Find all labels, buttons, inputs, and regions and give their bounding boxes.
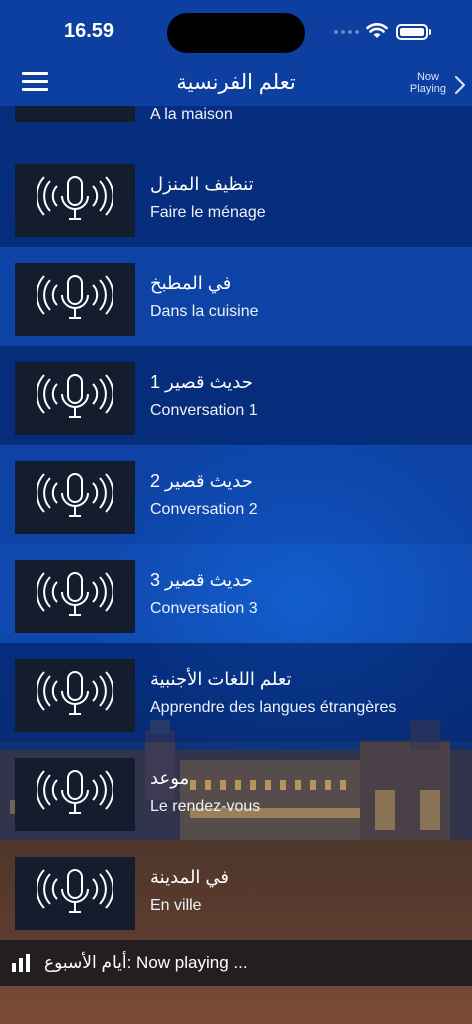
- list-item-title: في المدينة: [150, 867, 230, 887]
- lesson-thumbnail: [15, 362, 135, 435]
- list-item[interactable]: حديث قصير 1 Conversation 1: [0, 346, 472, 445]
- wifi-icon: [366, 23, 388, 38]
- list-item-subtitle: Faire le ménage: [150, 204, 266, 221]
- microphone-broadcast-icon: [37, 473, 113, 517]
- status-bar: 16.59: [0, 0, 472, 60]
- list-item-subtitle: Apprendre des langues étrangères: [150, 699, 397, 716]
- lesson-thumbnail: [15, 164, 135, 237]
- list-item[interactable]: تنظيف المنزل Faire le ménage: [0, 148, 472, 247]
- navigation-bar: تعلم الفرنسية Now Playing: [0, 60, 472, 106]
- microphone-broadcast-icon: [37, 671, 113, 715]
- now-playing-label-line1: Now: [416, 71, 439, 83]
- status-time: 16.59: [64, 20, 115, 42]
- chevron-right-icon[interactable]: [454, 75, 466, 95]
- list-item-subtitle: Conversation 2: [150, 501, 258, 518]
- microphone-broadcast-icon: [37, 106, 113, 113]
- microphone-broadcast-icon: [37, 275, 113, 319]
- lesson-thumbnail: [15, 461, 135, 534]
- list-item[interactable]: في المطبخ Dans la cuisine: [0, 247, 472, 346]
- now-playing-label-line2: Playing: [409, 83, 446, 95]
- page-title: تعلم الفرنسية: [176, 71, 296, 94]
- list-item[interactable]: حديث قصير 2 Conversation 2: [0, 445, 472, 544]
- list-item-title: حديث قصير 1: [150, 372, 253, 392]
- list-item-subtitle: Dans la cuisine: [150, 303, 259, 320]
- cellular-signal-icon: [334, 30, 359, 34]
- microphone-broadcast-icon: [37, 869, 113, 913]
- lesson-thumbnail: [15, 560, 135, 633]
- list-item[interactable]: تعلم اللغات الأجنبية Apprendre des langu…: [0, 643, 472, 742]
- audio-bars-icon: [12, 954, 34, 972]
- list-item-title: تنظيف المنزل: [150, 174, 254, 194]
- lesson-thumbnail: [15, 659, 135, 732]
- microphone-broadcast-icon: [37, 572, 113, 616]
- list-item-subtitle: Le rendez-vous: [150, 798, 261, 815]
- list-item-subtitle: A la maison: [150, 106, 233, 123]
- now-playing-bar[interactable]: أيام الأسبوع: Now playing ...: [0, 940, 472, 986]
- microphone-broadcast-icon: [37, 176, 113, 220]
- lesson-thumbnail: [15, 758, 135, 831]
- now-playing-button[interactable]: Now Playing: [410, 71, 446, 95]
- list-item[interactable]: في المدينة En ville: [0, 841, 472, 940]
- list-item-title: حديث قصير 2: [150, 471, 253, 491]
- list-item[interactable]: حديث قصير 3 Conversation 3: [0, 544, 472, 643]
- now-playing-text: أيام الأسبوع: Now playing ...: [44, 953, 248, 972]
- battery-icon: [396, 24, 431, 40]
- lesson-thumbnail: [15, 857, 135, 930]
- list-item[interactable]: A la maison: [0, 106, 472, 148]
- microphone-broadcast-icon: [37, 770, 113, 814]
- lesson-list: A la maison تنظيف المنزل Faire le ménage: [0, 106, 472, 940]
- list-item-title: تعلم اللغات الأجنبية: [150, 669, 292, 689]
- list-item-title: في المطبخ: [150, 273, 232, 293]
- list-item-subtitle: En ville: [150, 897, 202, 914]
- list-item-title: حديث قصير 3: [150, 570, 253, 590]
- list-item-subtitle: Conversation 1: [150, 402, 258, 419]
- lesson-thumbnail: [15, 106, 135, 122]
- list-item-subtitle: Conversation 3: [150, 600, 258, 617]
- lesson-thumbnail: [15, 263, 135, 336]
- list-item[interactable]: موعد Le rendez-vous: [0, 742, 472, 841]
- dynamic-island: [167, 13, 305, 53]
- list-item-title: موعد: [150, 768, 190, 788]
- microphone-broadcast-icon: [37, 374, 113, 418]
